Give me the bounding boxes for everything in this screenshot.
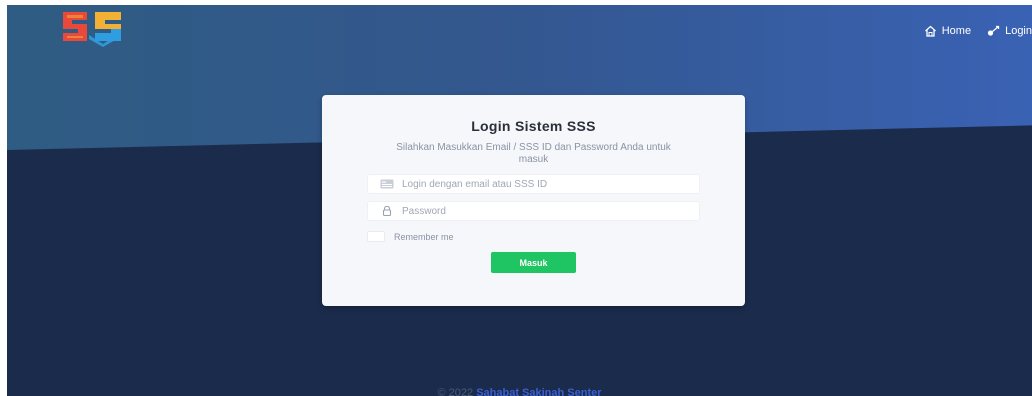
footer-copyright: © 2022 [437, 387, 474, 396]
lock-icon [382, 206, 392, 216]
home-icon [924, 25, 936, 37]
nav-home-label: Home [941, 25, 972, 37]
login-submit-button[interactable]: Masuk [491, 252, 576, 273]
logo[interactable] [59, 9, 129, 47]
login-title: Login Sistem SSS [471, 118, 596, 134]
id-card-icon [380, 179, 394, 189]
password-field[interactable] [367, 201, 700, 221]
top-nav: Home Login [924, 23, 1032, 39]
remember-checkbox[interactable] [367, 231, 385, 242]
email-input[interactable] [402, 178, 682, 190]
nav-login-label: Login [1005, 25, 1032, 37]
login-card: Login Sistem SSS Silahkan Masukkan Email… [322, 95, 745, 306]
nav-home-link[interactable]: Home [924, 25, 971, 37]
footer: © 2022 Sahabat Sakinah Senter [7, 387, 1032, 396]
nav-login-link[interactable]: Login [987, 25, 1032, 37]
remember-label: Remember me [394, 231, 454, 242]
remember-me[interactable]: Remember me [367, 231, 454, 242]
page: Home Login Login Sistem SSS Silahkan Mas… [7, 5, 1032, 396]
password-input[interactable] [402, 205, 682, 217]
email-field[interactable] [367, 174, 700, 194]
login-subtitle: Silahkan Masukkan Email / SSS ID dan Pas… [396, 142, 671, 165]
footer-brand-link[interactable]: Sahabat Sakinah Senter [476, 387, 601, 396]
login-icon [987, 25, 1000, 36]
